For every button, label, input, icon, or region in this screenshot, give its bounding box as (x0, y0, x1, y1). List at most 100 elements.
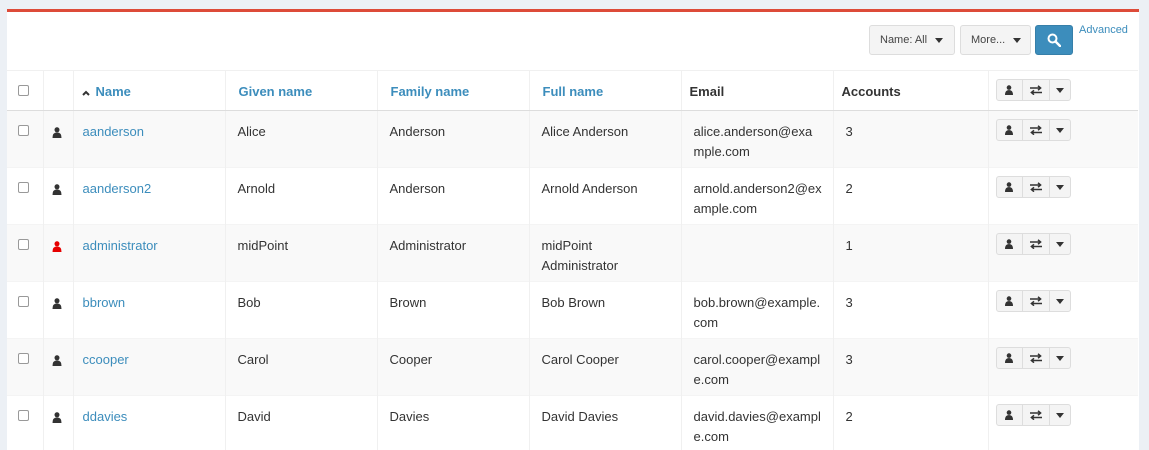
given-name-cell: Carol (224, 338, 377, 396)
family-name: Anderson (389, 124, 446, 139)
row-actions-group (995, 290, 1071, 312)
exchange-icon (1029, 182, 1042, 192)
admin-user-icon (52, 241, 61, 252)
row-checkbox[interactable] (18, 239, 29, 250)
chevron-down-icon (1055, 241, 1064, 247)
accounts-count: 3 (845, 352, 853, 367)
exchange-button[interactable] (1023, 348, 1050, 368)
user-name-link[interactable]: aanderson (83, 124, 144, 139)
email-cell (680, 224, 833, 282)
accounts-cell: 3 (832, 281, 988, 339)
row-actions-group (995, 119, 1071, 141)
accounts-cell: 2 (832, 395, 988, 450)
exchange-button[interactable] (1023, 177, 1050, 197)
user-icon (52, 298, 61, 309)
user-action-button[interactable] (997, 291, 1023, 311)
exchange-icon (1029, 410, 1042, 420)
user-icon (1005, 410, 1013, 420)
column-header-full-name[interactable]: Full name (528, 70, 681, 111)
user-name-link[interactable]: aanderson2 (83, 181, 152, 196)
row-actions-cell (987, 224, 1138, 282)
sort-ascending-icon (81, 90, 90, 96)
column-header-family-name[interactable]: Family name (376, 70, 529, 111)
user-action-button[interactable] (997, 120, 1023, 140)
accounts-count: 1 (845, 238, 853, 253)
row-actions-group (995, 233, 1071, 255)
full-name-cell: Carol Cooper (528, 338, 681, 396)
column-header-name[interactable]: Name (72, 70, 225, 111)
row-checkbox[interactable] (18, 353, 29, 364)
row-more-dropdown[interactable] (1050, 291, 1070, 311)
bulk-actions-group (995, 79, 1071, 101)
advanced-search-link[interactable]: Advanced (1079, 24, 1128, 36)
user-icon (52, 355, 61, 366)
exchange-button[interactable] (1023, 120, 1050, 140)
search-button[interactable] (1035, 25, 1073, 55)
row-actions-cell (987, 395, 1138, 450)
table-row: ddavies David Davies David Davies david.… (7, 395, 1138, 450)
column-header-given-name[interactable]: Given name (224, 70, 377, 111)
row-checkbox[interactable] (18, 182, 29, 193)
row-more-dropdown[interactable] (1050, 405, 1070, 425)
bulk-more-dropdown[interactable] (1050, 80, 1070, 100)
accounts-cell: 2 (832, 167, 988, 225)
user-name-link[interactable]: ccooper (83, 352, 129, 367)
user-icon (1005, 353, 1013, 363)
row-icon-cell (42, 224, 73, 282)
email-cell: arnold.anderson2@example.com (680, 167, 833, 225)
given-name: midPoint (237, 238, 289, 253)
given-name-cell: midPoint (224, 224, 377, 282)
name-cell: ccooper (72, 338, 225, 396)
user-name-link[interactable]: bbrown (83, 295, 126, 310)
given-name: David (237, 409, 271, 424)
family-name-cell: Anderson (376, 167, 529, 225)
column-header-accounts: Accounts (832, 70, 988, 111)
row-checkbox[interactable] (18, 296, 29, 307)
given-name: Carol (237, 352, 269, 367)
chevron-down-icon (1055, 127, 1064, 133)
user-action-button[interactable] (997, 177, 1023, 197)
user-icon (52, 127, 61, 138)
exchange-button[interactable] (1023, 234, 1050, 254)
row-select-cell (7, 395, 43, 450)
exchange-button[interactable] (1023, 291, 1050, 311)
exchange-icon (1029, 296, 1042, 306)
row-more-dropdown[interactable] (1050, 234, 1070, 254)
email-cell: carol.cooper@example.com (680, 338, 833, 396)
full-name-cell: Arnold Anderson (528, 167, 681, 225)
select-all-checkbox[interactable] (18, 85, 29, 96)
full-name-cell: Bob Brown (528, 281, 681, 339)
users-panel: Name: All More... Advanced Name Given na… (7, 9, 1139, 450)
user-icon (1005, 182, 1013, 192)
row-checkbox[interactable] (18, 125, 29, 136)
row-icon-cell (42, 281, 73, 339)
full-name: Alice Anderson (541, 124, 629, 139)
user-name-link[interactable]: ddavies (83, 409, 128, 424)
user-icon (1005, 125, 1013, 135)
name-cell: bbrown (72, 281, 225, 339)
row-actions-cell (987, 338, 1138, 396)
user-name-link[interactable]: administrator (83, 238, 158, 253)
name-filter-dropdown[interactable]: Name: All (869, 25, 955, 55)
toolbar: Name: All More... Advanced (7, 12, 1139, 70)
row-checkbox[interactable] (18, 410, 29, 421)
exchange-button[interactable] (1023, 405, 1050, 425)
row-more-dropdown[interactable] (1050, 120, 1070, 140)
row-icon-cell (42, 110, 73, 168)
more-filters-dropdown[interactable]: More... (960, 25, 1031, 55)
bulk-exchange-button[interactable] (1023, 80, 1050, 100)
full-name-cell: David Davies (528, 395, 681, 450)
users-table: Name Given name Family name Full name Em… (7, 70, 1138, 450)
row-more-dropdown[interactable] (1050, 177, 1070, 197)
user-action-button[interactable] (997, 405, 1023, 425)
family-name: Administrator (389, 238, 467, 253)
bulk-user-action-button[interactable] (997, 80, 1023, 100)
row-actions-group (995, 176, 1071, 198)
email: carol.cooper@example.com (693, 352, 821, 387)
table-row: administrator midPoint Administrator mid… (7, 224, 1138, 282)
user-action-button[interactable] (997, 348, 1023, 368)
row-more-dropdown[interactable] (1050, 348, 1070, 368)
given-name-cell: David (224, 395, 377, 450)
name-cell: administrator (72, 224, 225, 282)
user-action-button[interactable] (997, 234, 1023, 254)
